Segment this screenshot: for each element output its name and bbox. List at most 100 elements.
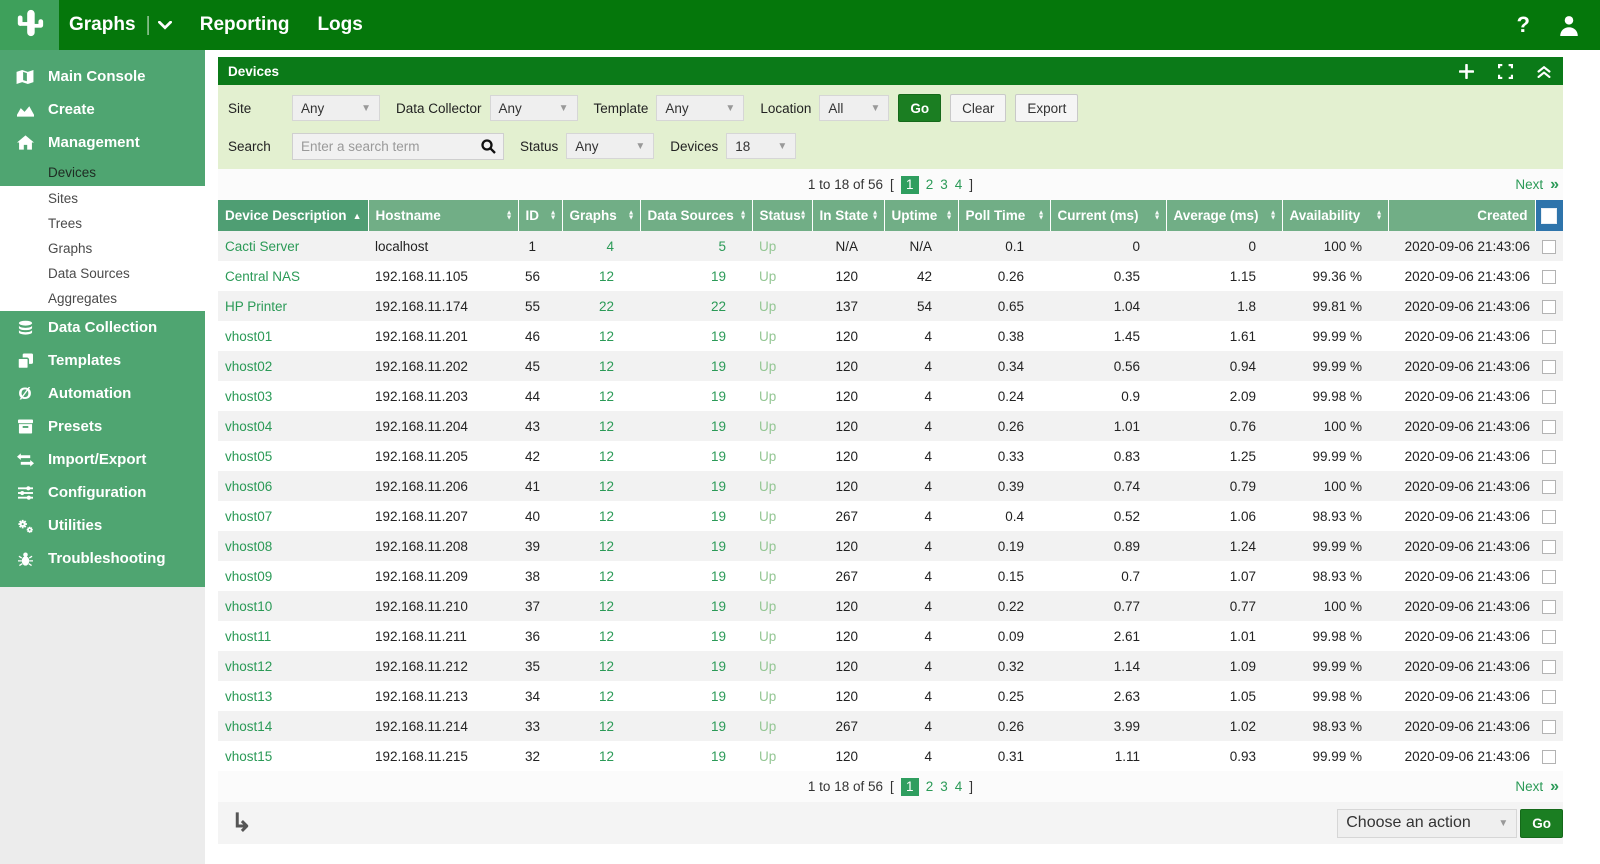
graphs-link[interactable]: 12 xyxy=(562,351,640,381)
page-link-2[interactable]: 2 xyxy=(926,779,934,794)
graphs-link[interactable]: 12 xyxy=(562,411,640,441)
row-checkbox[interactable] xyxy=(1542,480,1556,494)
page-link-4[interactable]: 4 xyxy=(955,779,963,794)
page-link-3[interactable]: 3 xyxy=(940,177,948,192)
data-sources-link[interactable]: 19 xyxy=(640,351,752,381)
device-link[interactable]: vhost04 xyxy=(218,411,368,441)
column-header-device-description[interactable]: Device Description▲ xyxy=(218,200,368,231)
page-link-2[interactable]: 2 xyxy=(926,177,934,192)
graphs-link[interactable]: 4 xyxy=(562,231,640,261)
device-link[interactable]: vhost11 xyxy=(218,621,368,651)
sidebar-item-management[interactable]: Management xyxy=(0,126,205,159)
data-sources-link[interactable]: 19 xyxy=(640,381,752,411)
action-go-button[interactable]: Go xyxy=(1520,809,1563,838)
graphs-link[interactable]: 12 xyxy=(562,651,640,681)
data-sources-link[interactable]: 19 xyxy=(640,471,752,501)
data-sources-link[interactable]: 22 xyxy=(640,291,752,321)
data-sources-link[interactable]: 19 xyxy=(640,321,752,351)
status-dropdown[interactable]: Any▼ xyxy=(566,133,654,159)
device-link[interactable]: vhost15 xyxy=(218,741,368,771)
data-sources-link[interactable]: 19 xyxy=(640,261,752,291)
sidebar-item-create[interactable]: Create xyxy=(0,93,205,126)
export-button[interactable]: Export xyxy=(1015,94,1078,122)
device-link[interactable]: Cacti Server xyxy=(218,231,368,261)
data-sources-link[interactable]: 19 xyxy=(640,531,752,561)
sidebar-item-main-console[interactable]: Main Console xyxy=(0,60,205,93)
add-device-icon[interactable] xyxy=(1459,64,1474,79)
device-link[interactable]: vhost12 xyxy=(218,651,368,681)
row-checkbox[interactable] xyxy=(1542,720,1556,734)
user-icon[interactable] xyxy=(1558,14,1580,36)
column-header-status[interactable]: Status▲▼ xyxy=(752,200,812,231)
row-checkbox[interactable] xyxy=(1542,270,1556,284)
graphs-link[interactable]: 12 xyxy=(562,621,640,651)
graphs-link[interactable]: 12 xyxy=(562,741,640,771)
tab-reporting[interactable]: Reporting xyxy=(198,0,292,50)
row-checkbox[interactable] xyxy=(1542,660,1556,674)
row-checkbox[interactable] xyxy=(1542,360,1556,374)
graphs-link[interactable]: 22 xyxy=(562,291,640,321)
sidebar-item-data-collection[interactable]: Data Collection xyxy=(0,311,205,344)
tab-graphs[interactable]: Graphs | xyxy=(67,0,174,50)
device-link[interactable]: vhost05 xyxy=(218,441,368,471)
device-link[interactable]: vhost09 xyxy=(218,561,368,591)
sidebar-item-import-export[interactable]: Import/Export xyxy=(0,443,205,476)
graphs-link[interactable]: 12 xyxy=(562,681,640,711)
sidebar-subitem-sites[interactable]: Sites xyxy=(0,186,205,211)
column-header-data-sources[interactable]: Data Sources▲▼ xyxy=(640,200,752,231)
template-dropdown[interactable]: Any▼ xyxy=(656,95,744,121)
next-page-link[interactable]: Next» xyxy=(1515,771,1559,802)
site-dropdown[interactable]: Any▼ xyxy=(292,95,380,121)
sidebar-subitem-trees[interactable]: Trees xyxy=(0,211,205,236)
column-header-id[interactable]: ID▲▼ xyxy=(518,200,562,231)
device-link[interactable]: HP Printer xyxy=(218,291,368,321)
row-checkbox[interactable] xyxy=(1542,600,1556,614)
column-header-current-ms[interactable]: Current (ms)▲▼ xyxy=(1050,200,1166,231)
page-link-3[interactable]: 3 xyxy=(940,779,948,794)
column-header-poll-time[interactable]: Poll Time▲▼ xyxy=(958,200,1050,231)
graphs-link[interactable]: 12 xyxy=(562,501,640,531)
clear-button[interactable]: Clear xyxy=(950,94,1006,122)
sidebar-subitem-devices[interactable]: Devices xyxy=(0,159,205,186)
row-checkbox[interactable] xyxy=(1542,240,1556,254)
column-header-uptime[interactable]: Uptime▲▼ xyxy=(884,200,958,231)
cacti-logo[interactable] xyxy=(0,0,59,50)
device-link[interactable]: vhost08 xyxy=(218,531,368,561)
select-all-checkbox[interactable] xyxy=(1541,208,1557,224)
device-link[interactable]: Central NAS xyxy=(218,261,368,291)
row-checkbox[interactable] xyxy=(1542,300,1556,314)
row-checkbox[interactable] xyxy=(1542,630,1556,644)
sidebar-item-templates[interactable]: Templates xyxy=(0,344,205,377)
sidebar-item-troubleshooting[interactable]: Troubleshooting xyxy=(0,542,205,575)
row-checkbox[interactable] xyxy=(1542,750,1556,764)
graphs-link[interactable]: 12 xyxy=(562,321,640,351)
sidebar-subitem-graphs[interactable]: Graphs xyxy=(0,236,205,261)
sidebar-item-presets[interactable]: Presets xyxy=(0,410,205,443)
data-sources-link[interactable]: 19 xyxy=(640,591,752,621)
choose-action-dropdown[interactable]: Choose an action▼ xyxy=(1337,809,1517,838)
row-checkbox[interactable] xyxy=(1542,570,1556,584)
device-link[interactable]: vhost02 xyxy=(218,351,368,381)
row-checkbox[interactable] xyxy=(1542,540,1556,554)
page-link-1[interactable]: 1 xyxy=(901,176,919,194)
graphs-link[interactable]: 12 xyxy=(562,471,640,501)
data-sources-link[interactable]: 19 xyxy=(640,501,752,531)
row-checkbox[interactable] xyxy=(1542,690,1556,704)
data-collector-dropdown[interactable]: Any▼ xyxy=(490,95,578,121)
help-icon[interactable]: ? xyxy=(1517,14,1530,36)
graphs-link[interactable]: 12 xyxy=(562,561,640,591)
device-link[interactable]: vhost06 xyxy=(218,471,368,501)
next-page-link[interactable]: Next» xyxy=(1515,169,1559,200)
search-icon[interactable] xyxy=(481,139,496,154)
data-sources-link[interactable]: 19 xyxy=(640,411,752,441)
device-link[interactable]: vhost14 xyxy=(218,711,368,741)
sidebar-subitem-aggregates[interactable]: Aggregates xyxy=(0,286,205,311)
chevron-down-icon[interactable] xyxy=(158,21,172,30)
data-sources-link[interactable]: 19 xyxy=(640,711,752,741)
data-sources-link[interactable]: 19 xyxy=(640,741,752,771)
column-header-graphs[interactable]: Graphs▲▼ xyxy=(562,200,640,231)
graphs-link[interactable]: 12 xyxy=(562,441,640,471)
page-link-1[interactable]: 1 xyxy=(901,778,919,796)
row-checkbox[interactable] xyxy=(1542,450,1556,464)
column-header-in-state[interactable]: In State▲▼ xyxy=(812,200,884,231)
